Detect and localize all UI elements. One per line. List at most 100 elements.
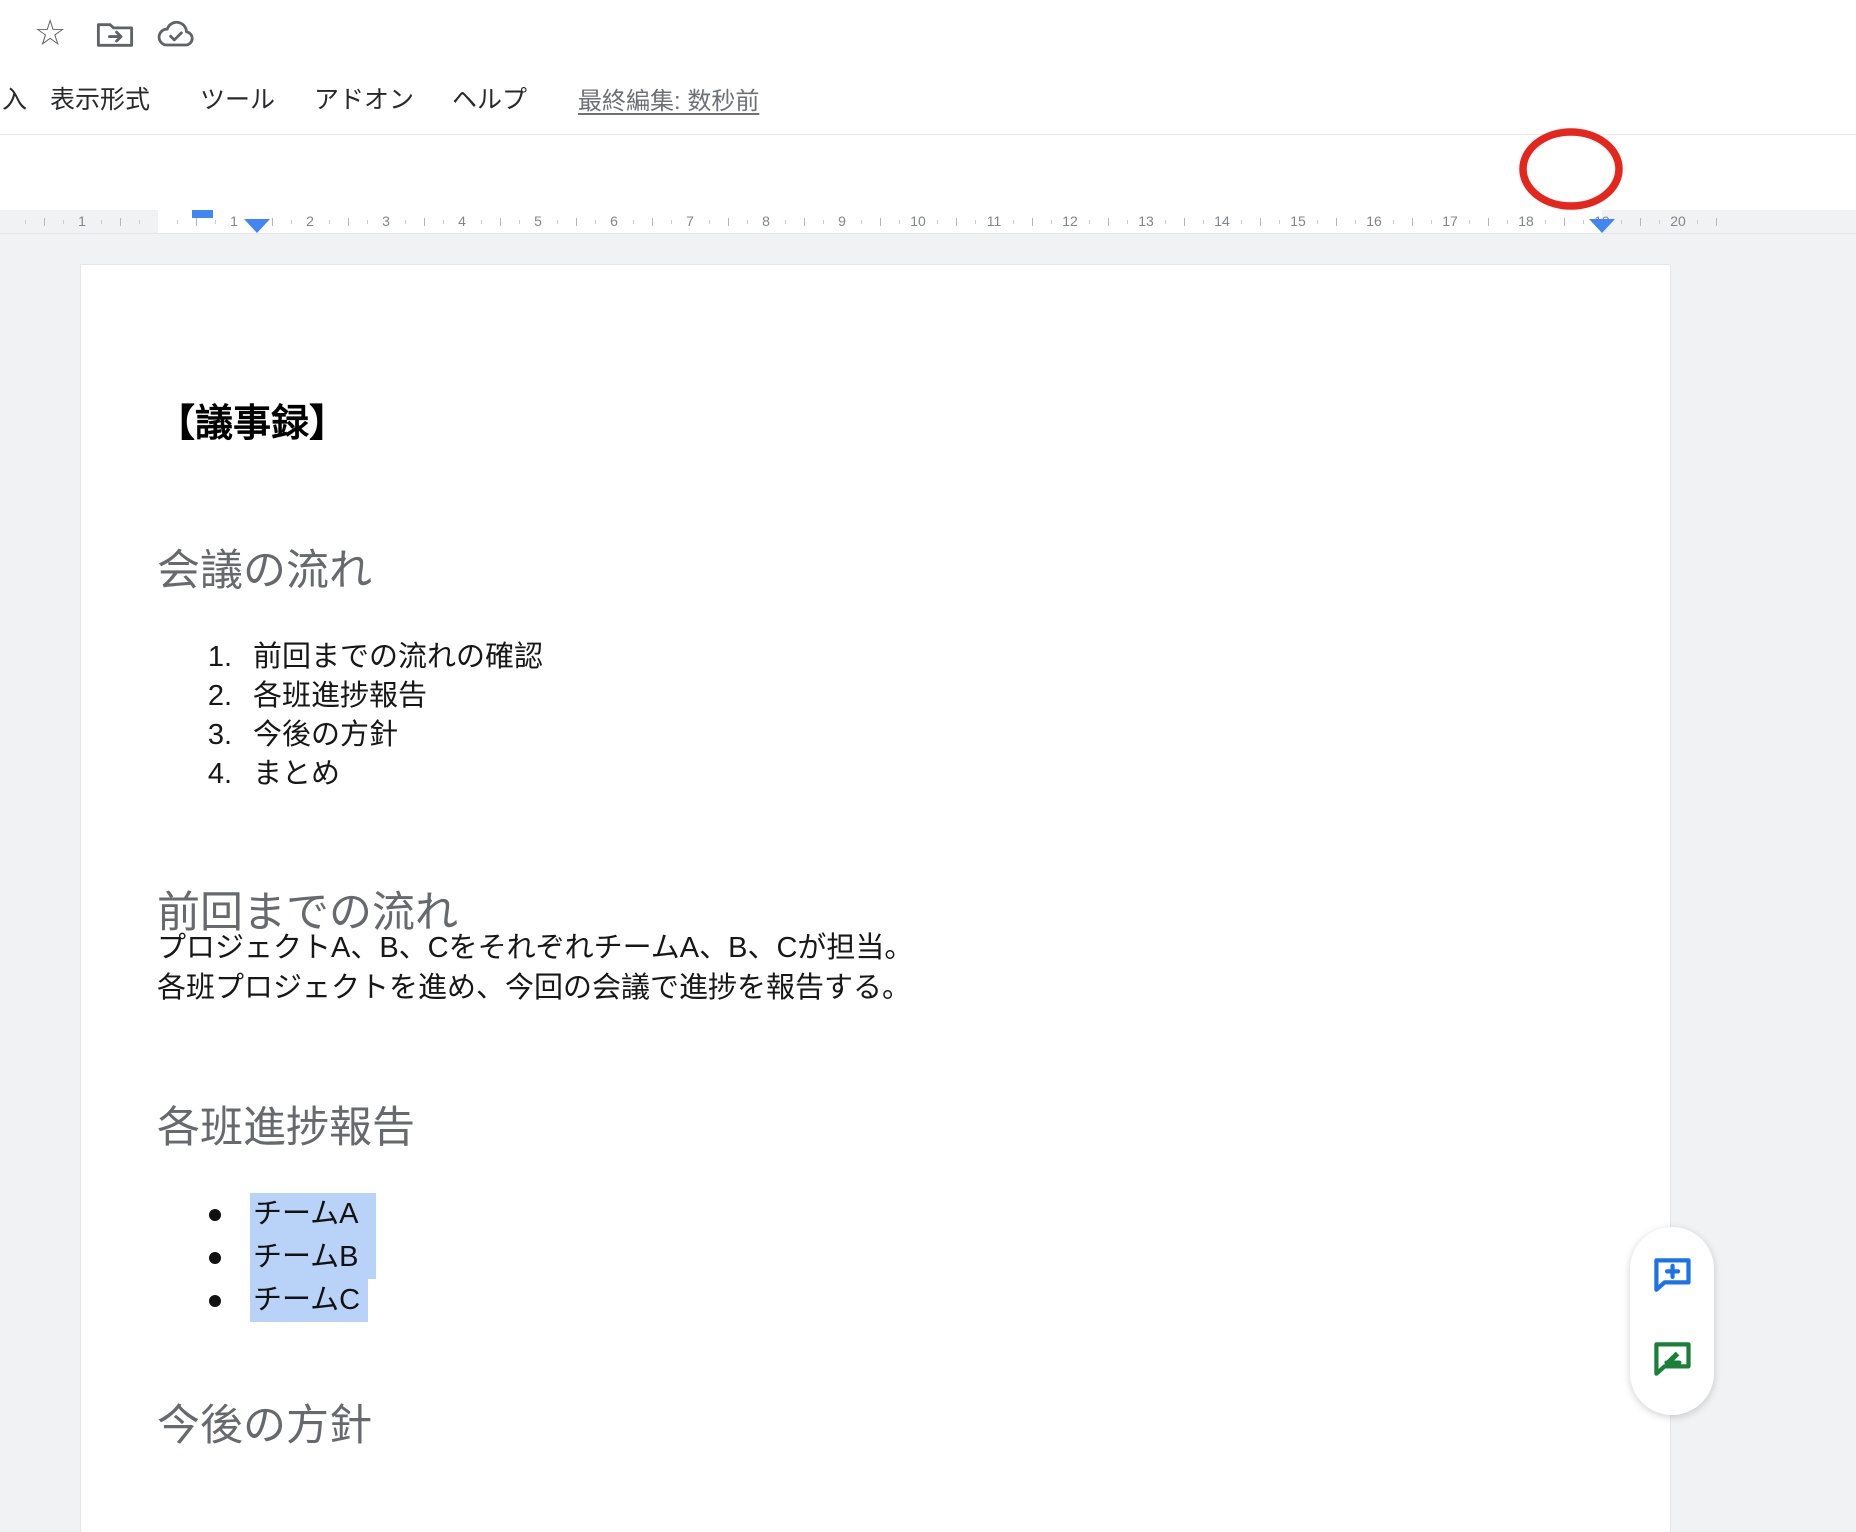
ruler-number: 9 (838, 213, 846, 229)
ruler-tick (291, 220, 292, 224)
heading-future-policy[interactable]: 今後の方針 (157, 1391, 372, 1453)
toolbar: 標準テキス... Arial − 11 + B I U A (0, 134, 1856, 211)
menu-addons[interactable]: アドオン (314, 80, 414, 116)
ruler-tick (861, 220, 862, 224)
menu-tools[interactable]: ツール (200, 80, 275, 116)
heading-progress-report[interactable]: 各班進捗報告 (157, 1093, 415, 1155)
add-comment-side-button[interactable] (1650, 1253, 1694, 1297)
first-line-indent-marker[interactable] (192, 210, 213, 218)
list-number: 2. (196, 677, 232, 716)
move-folder-icon[interactable] (96, 19, 134, 56)
ruler-number: 14 (1214, 213, 1230, 229)
ruler-tick (272, 218, 273, 226)
ruler-tick (1697, 220, 1698, 224)
ruler: 12345678910111213141516171819201 (0, 210, 1856, 234)
ruler-tick (44, 218, 45, 226)
ruler-number: 5 (534, 213, 542, 229)
bullet-icon (209, 1209, 221, 1221)
side-action-pill (1630, 1227, 1714, 1415)
ruler-tick (633, 220, 634, 224)
right-indent-marker[interactable] (1589, 219, 1615, 233)
ruler-tick (709, 220, 710, 224)
doc-title-line[interactable]: 【議事録】 (157, 392, 347, 447)
heading-meeting-flow[interactable]: 会議の流れ (157, 536, 372, 598)
menu-format[interactable]: 表示形式 (50, 80, 150, 116)
ruler-tick (595, 220, 596, 224)
selected-text: チームA (250, 1193, 376, 1236)
bullet-icon (209, 1295, 221, 1307)
ruler-tick (1260, 218, 1261, 226)
ruler-tick (1089, 220, 1090, 224)
ruler-tick (519, 220, 520, 224)
ruler-tick (1317, 220, 1318, 224)
ruler-tick (215, 220, 216, 224)
ruler-tick (1203, 220, 1204, 224)
ruler-number: 8 (762, 213, 770, 229)
ruler-tick (329, 220, 330, 224)
selected-text: チームB (250, 1236, 376, 1279)
ruler-tick (1545, 220, 1546, 224)
ruler-tick (424, 218, 425, 226)
ruler-number: 1 (230, 213, 238, 229)
ruler-number: 18 (1518, 213, 1534, 229)
ruler-number: 16 (1366, 213, 1382, 229)
ruler-tick (1412, 218, 1413, 226)
ruler-tick (1488, 218, 1489, 226)
paragraph-line[interactable]: プロジェクトA、B、CをそれぞれチームA、B、Cが担当。 (157, 928, 913, 968)
ruler-tick (1355, 220, 1356, 224)
ruler-number: 7 (686, 213, 694, 229)
ruler-tick (1165, 220, 1166, 224)
ruler-tick (1469, 220, 1470, 224)
bullet-icon (209, 1252, 221, 1264)
ruler-tick (1013, 220, 1014, 224)
ruler-number: 2 (306, 213, 314, 229)
last-edit-link[interactable]: 最終編集: 数秒前 (578, 81, 759, 116)
ruler-tick (1241, 220, 1242, 224)
selected-text: チームC (250, 1279, 368, 1322)
google-docs-window: ☆ 入 表示形式 ツール アドオン ヘルプ 最終編集: 数秒前 標準テキス...… (0, 0, 1856, 1532)
list-number: 4. (196, 755, 232, 794)
ruler-tick (1393, 220, 1394, 224)
ruler-tick (880, 218, 881, 226)
ruler-number: 10 (910, 213, 926, 229)
ruler-tick (1507, 220, 1508, 224)
ruler-tick (728, 218, 729, 226)
ruler-tick (500, 218, 501, 226)
ruler-tick (1032, 218, 1033, 226)
ruler-tick (785, 220, 786, 224)
ruler-tick (1659, 220, 1660, 224)
ruler-tick (652, 218, 653, 226)
suggest-edits-button[interactable] (1650, 1337, 1694, 1381)
menu-insert-partial[interactable]: 入 (2, 80, 27, 116)
cloud-check-icon (156, 19, 196, 56)
ruler-tick (101, 220, 102, 224)
ruler-tick (1108, 218, 1109, 226)
ruler-tick (576, 218, 577, 226)
list-number: 3. (196, 716, 232, 755)
ruler-tick (937, 220, 938, 224)
ruler-tick (747, 220, 748, 224)
ruler-number: 15 (1290, 213, 1306, 229)
ruler-tick (481, 220, 482, 224)
ruler-tick (25, 220, 26, 224)
ruler-number: 1 (78, 213, 86, 229)
ruler-number: 6 (610, 213, 618, 229)
left-indent-marker[interactable] (244, 219, 270, 233)
ruler-tick (63, 220, 64, 224)
ruler-tick (956, 218, 957, 226)
ruler-tick (1127, 220, 1128, 224)
ruler-tick (405, 220, 406, 224)
ruler-tick (139, 220, 140, 224)
star-icon[interactable]: ☆ (34, 12, 66, 54)
ruler-number: 17 (1442, 213, 1458, 229)
ruler-tick (443, 220, 444, 224)
ruler-tick (177, 220, 178, 224)
ruler-tick (367, 220, 368, 224)
ruler-tick (899, 220, 900, 224)
ruler-tick (1336, 218, 1337, 226)
ruler-tick (120, 218, 121, 226)
list-number: 1. (196, 638, 232, 677)
paragraph-line[interactable]: 各班プロジェクトを進め、今回の会議で進捗を報告する。 (157, 968, 911, 1008)
ruler-number: 13 (1138, 213, 1154, 229)
menu-help[interactable]: ヘルプ (452, 80, 527, 116)
